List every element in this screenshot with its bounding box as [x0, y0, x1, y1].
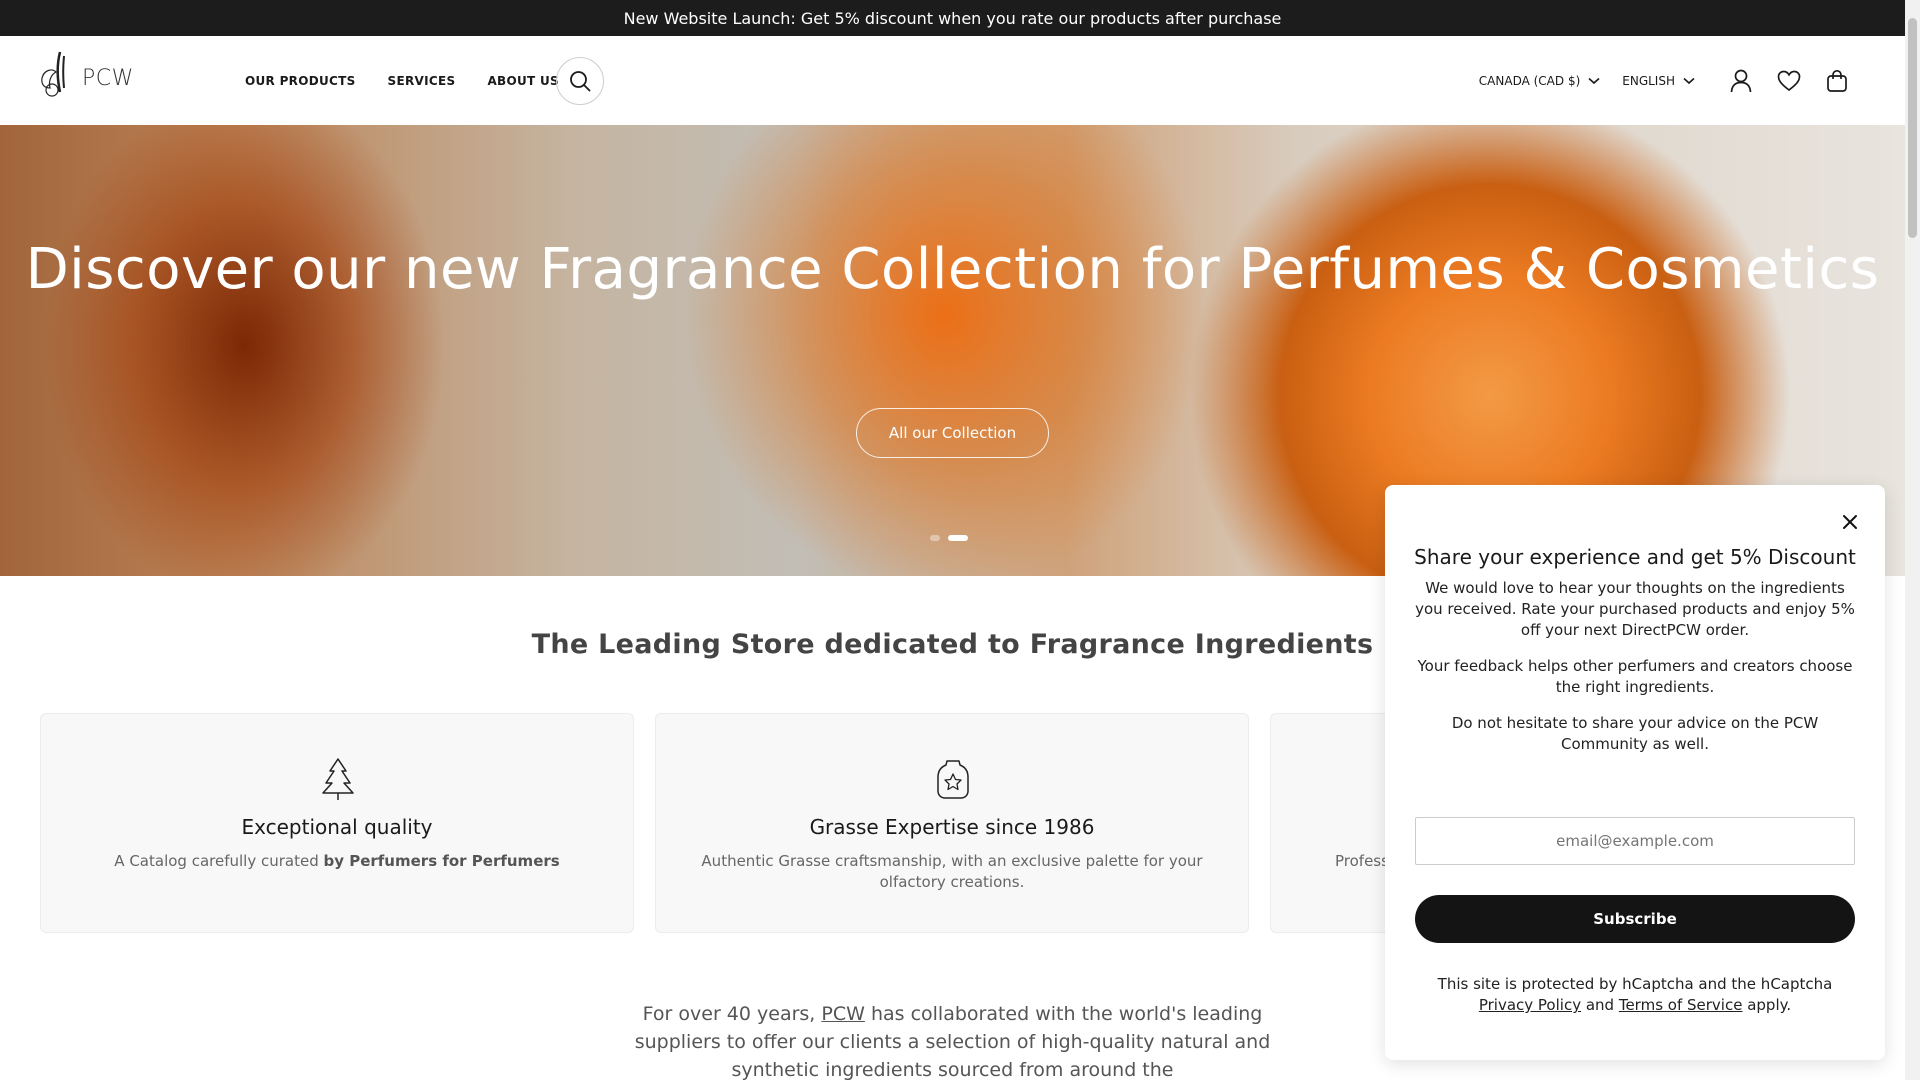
logo-leaf-icon [41, 51, 65, 97]
logo[interactable]: PCW [38, 48, 133, 104]
nav-about-us[interactable]: ABOUT US [487, 74, 559, 88]
cart-icon [1827, 69, 1847, 92]
popup-title: Share your experience and get 5% Discoun… [1414, 545, 1856, 569]
currency-selector[interactable]: CANADA (CAD $) [1479, 74, 1600, 88]
legal-text: This site is protected by hCaptcha and t… [1437, 975, 1833, 993]
slide-dot-1[interactable] [930, 535, 940, 541]
announcement-text: New Website Launch: Get 5% discount when… [623, 8, 1282, 28]
search-icon [570, 71, 591, 92]
all-collection-button[interactable]: All our Collection [856, 408, 1049, 458]
card-text: Authentic Grasse craftsmanship, with an … [701, 852, 1203, 891]
popup-text-2: Your feedback helps other perfumers and … [1417, 657, 1853, 696]
legal-apply: apply. [1742, 996, 1792, 1014]
legal-and: and [1581, 996, 1619, 1014]
account-button[interactable] [1717, 57, 1765, 105]
about-paragraph: For over 40 years, PCW has collaborated … [630, 1000, 1275, 1080]
language-selector[interactable]: ENGLISH [1622, 74, 1695, 88]
search-button[interactable] [556, 57, 604, 105]
hcaptcha-notice: This site is protected by hCaptcha and t… [1415, 974, 1855, 1016]
announcement-bar: New Website Launch: Get 5% discount when… [0, 0, 1905, 36]
site-header: PCW OUR PRODUCTS SERVICES ABOUT US CANAD… [0, 36, 1905, 125]
feature-card-grasse: Grasse Expertise since 1986 Authentic Gr… [655, 713, 1249, 933]
chevron-down-icon [1683, 77, 1695, 84]
language-label: ENGLISH [1622, 73, 1675, 88]
nav-services[interactable]: SERVICES [388, 74, 456, 88]
card-title: Grasse Expertise since 1986 [809, 815, 1095, 839]
card-text-regular: A Catalog carefully curated [114, 852, 324, 870]
scrollbar-thumb[interactable] [1908, 18, 1917, 238]
chevron-down-icon [1588, 77, 1600, 84]
wishlist-icon [1777, 70, 1801, 91]
hero-title: Discover our new Fragrance Collection fo… [25, 237, 1880, 302]
card-text-bold: by Perfumers for Perfumers [323, 852, 560, 870]
terms-of-service-link[interactable]: Terms of Service [1619, 996, 1743, 1014]
privacy-policy-link[interactable]: Privacy Policy [1479, 996, 1581, 1014]
tree-icon [322, 758, 354, 800]
main-nav: OUR PRODUCTS SERVICES ABOUT US [245, 36, 559, 125]
cart-button[interactable] [1813, 57, 1861, 105]
wishlist-button[interactable] [1765, 57, 1813, 105]
badge-star-icon [937, 760, 969, 799]
account-icon [1730, 69, 1752, 92]
card-title: Exceptional quality [241, 815, 433, 839]
popup-text-1: We would love to hear your thoughts on t… [1415, 579, 1855, 639]
close-icon[interactable] [1841, 513, 1859, 531]
nav-our-products[interactable]: OUR PRODUCTS [245, 74, 356, 88]
discount-popup: Share your experience and get 5% Discoun… [1385, 485, 1885, 1060]
about-text-start: For over 40 years, [642, 1003, 822, 1025]
currency-label: CANADA (CAD $) [1478, 73, 1581, 88]
logo-text: PCW [82, 66, 134, 91]
slide-dot-2[interactable] [948, 535, 968, 541]
slider-dots [930, 535, 968, 541]
page-scrollbar[interactable] [1905, 0, 1920, 1080]
pcw-link[interactable]: PCW [821, 1003, 865, 1025]
feature-card-quality: Exceptional quality A Catalog carefully … [40, 713, 634, 933]
email-input[interactable] [1415, 817, 1855, 865]
card-text: A Catalog carefully curated by Perfumers… [81, 851, 593, 872]
popup-text-3: Do not hesitate to share your advice on … [1451, 714, 1819, 753]
subscribe-button[interactable]: Subscribe [1415, 895, 1855, 943]
